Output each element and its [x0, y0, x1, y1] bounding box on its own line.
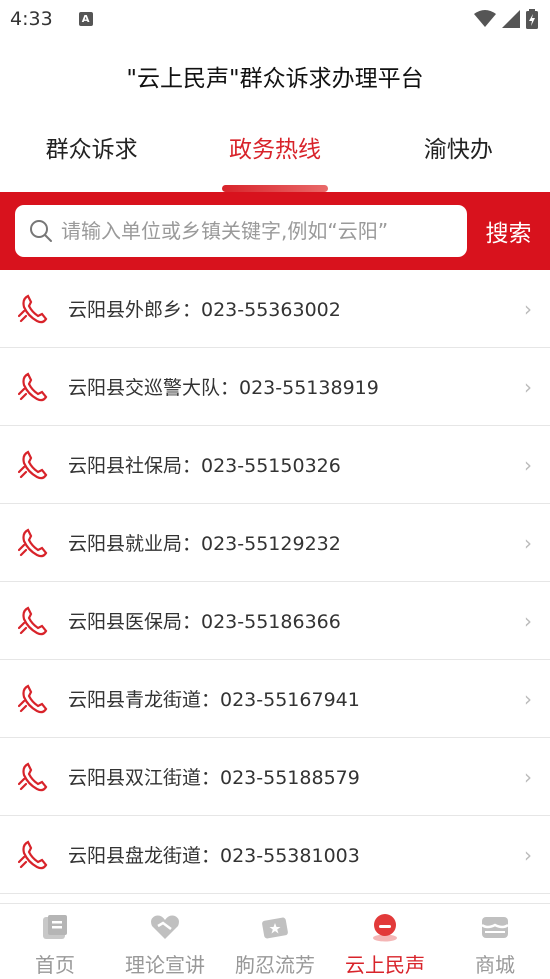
chevron-right-icon: ›: [524, 842, 532, 867]
handshake-icon: [150, 912, 180, 942]
hotline-row[interactable]: 云阳县医保局：023-55186366 ›: [0, 582, 550, 660]
nav-shop-label: 商城: [475, 953, 515, 977]
nav-voice-label: 云上民声: [345, 953, 425, 977]
hotline-label: 云阳县双江街道：023-55188579: [68, 767, 360, 789]
page-title: "云上民声"群众诉求办理平台: [126, 66, 424, 92]
nav-theory-label: 理论宣讲: [125, 953, 205, 977]
search-button[interactable]: 搜索: [467, 214, 550, 248]
search-bar: 搜索: [0, 192, 550, 270]
voice-icon: [370, 912, 400, 942]
tab-hotline[interactable]: 政务热线: [183, 114, 366, 192]
shop-icon: [480, 912, 510, 942]
tab-yukuaiban[interactable]: 渝快办: [367, 114, 550, 192]
search-input[interactable]: [61, 219, 451, 243]
hotline-label: 云阳县医保局：023-55186366: [68, 611, 341, 633]
signal-icon: [502, 10, 520, 28]
chevron-right-icon: ›: [524, 530, 532, 555]
hotline-label: 云阳县青龙街道：023-55167941: [68, 689, 360, 711]
nav-home-label: 首页: [35, 953, 75, 977]
nav-heritage[interactable]: 朐忍流芳: [220, 904, 330, 979]
ticket-icon: [260, 912, 290, 942]
nav-heritage-label: 朐忍流芳: [235, 953, 315, 977]
search-box[interactable]: [15, 205, 467, 257]
phone-icon: [18, 840, 48, 869]
chevron-right-icon: ›: [524, 764, 532, 789]
tab-mass-appeals[interactable]: 群众诉求: [0, 114, 183, 192]
chevron-right-icon: ›: [524, 296, 532, 321]
hotline-row[interactable]: 云阳县交巡警大队：023-55138919 ›: [0, 348, 550, 426]
status-icons: [474, 9, 538, 29]
battery-icon: [526, 9, 538, 29]
hotline-row[interactable]: 云阳县双江街道：023-55188579 ›: [0, 738, 550, 816]
hotline-row[interactable]: 云阳县社保局：023-55150326 ›: [0, 426, 550, 504]
nav-voice[interactable]: 云上民声: [330, 904, 440, 979]
chevron-right-icon: ›: [524, 686, 532, 711]
notification-a-icon: A: [78, 12, 93, 26]
phone-icon: [18, 294, 48, 323]
nav-home[interactable]: 首页: [0, 904, 110, 979]
wifi-icon: [474, 10, 496, 27]
hotline-label: 云阳县社保局：023-55150326: [68, 455, 341, 477]
phone-icon: [18, 762, 48, 791]
hotline-row[interactable]: 云阳县就业局：023-55129232 ›: [0, 504, 550, 582]
hotline-label: 云阳县外郎乡：023-55363002: [68, 299, 341, 321]
phone-icon: [18, 684, 48, 713]
status-bar: 4:33 A: [0, 0, 550, 38]
hotline-label: 云阳县盘龙街道：023-55381003: [68, 845, 360, 867]
phone-icon: [18, 528, 48, 557]
tab-bar: 群众诉求 政务热线 渝快办: [0, 114, 550, 192]
chevron-right-icon: ›: [524, 452, 532, 477]
phone-icon: [18, 372, 48, 401]
bottom-nav: 首页 理论宣讲 朐忍流芳 云上民声 商城: [0, 903, 550, 979]
status-time: 4:33: [10, 8, 53, 30]
nav-theory[interactable]: 理论宣讲: [110, 904, 220, 979]
hotline-row[interactable]: 云阳县盘龙街道：023-55381003 ›: [0, 816, 550, 894]
search-icon: [30, 220, 52, 242]
hotline-row[interactable]: 云阳县外郎乡：023-55363002 ›: [0, 270, 550, 348]
hotline-label: 云阳县交巡警大队：023-55138919: [68, 377, 379, 399]
home-icon: [40, 912, 70, 942]
nav-shop[interactable]: 商城: [440, 904, 550, 979]
phone-icon: [18, 450, 48, 479]
hotline-row[interactable]: 云阳县青龙街道：023-55167941 ›: [0, 660, 550, 738]
phone-icon: [18, 606, 48, 635]
chevron-right-icon: ›: [524, 374, 532, 399]
chevron-right-icon: ›: [524, 608, 532, 633]
hotline-list: 云阳县外郎乡：023-55363002 › 云阳县交巡警大队：023-55138…: [0, 270, 550, 894]
hotline-label: 云阳县就业局：023-55129232: [68, 533, 341, 555]
